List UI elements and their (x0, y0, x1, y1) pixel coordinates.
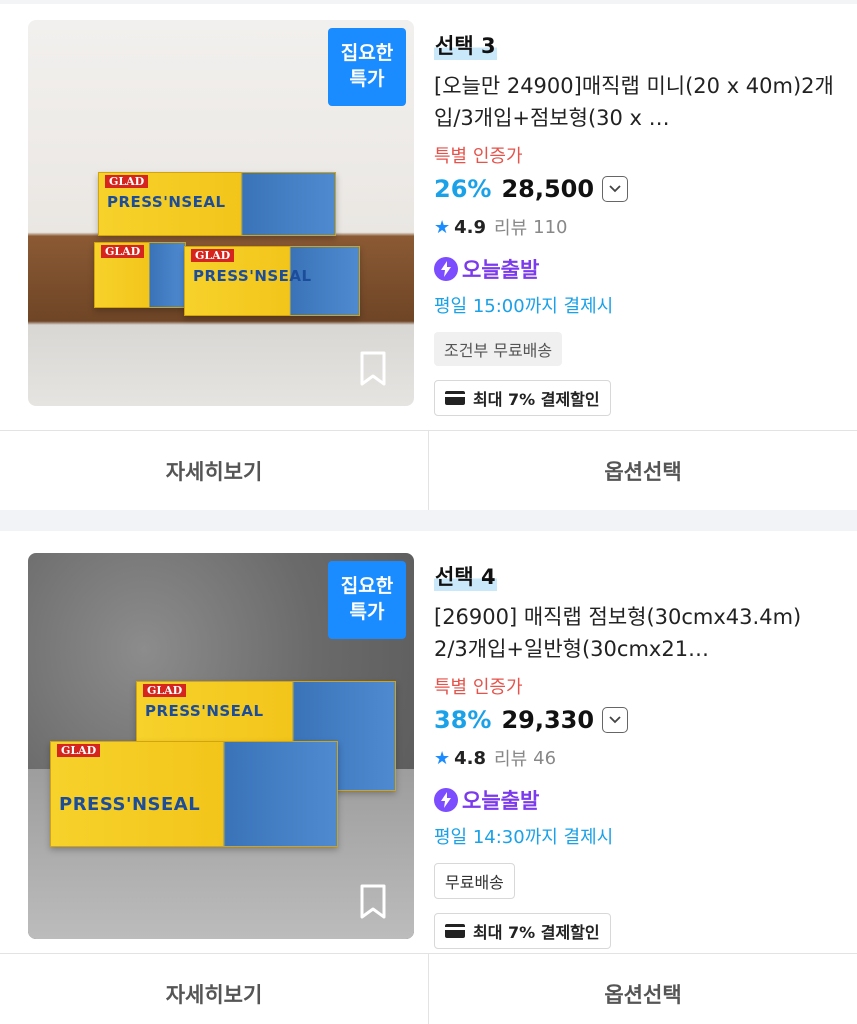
product-box-image: GLAD (94, 242, 186, 308)
bookmark-icon[interactable] (358, 350, 388, 388)
shipping-badge: 무료배송 (434, 863, 515, 899)
special-deal-badge: 집요한 특가 (328, 561, 406, 639)
review-count: 46 (533, 747, 557, 769)
box-name-label: PRESS'NSEAL (193, 267, 312, 285)
card-icon (445, 391, 465, 405)
today-shipping-label: 오늘출발 (462, 789, 540, 813)
option-select-button[interactable]: 옵션선택 (428, 954, 857, 1024)
price-detail-toggle[interactable] (602, 176, 629, 202)
box-name-label: PRESS'NSEAL (107, 193, 226, 211)
rating-row: ★ 4.8 리뷰 46 (434, 745, 834, 771)
box-brand-label: GLAD (105, 175, 149, 188)
box-brand-label: GLAD (101, 245, 145, 258)
product-card[interactable]: GLAD PRESS'NSEAL GLAD GLAD PRESS'NSEAL 집… (0, 4, 857, 430)
product-info: 선택 3 [오늘만 24900]매직랩 미니(20 x 40m)2개입/3개입+… (434, 30, 834, 416)
price: 29,330 (501, 706, 595, 734)
special-price-label: 특별 인증가 (434, 677, 523, 698)
product-box-image: GLAD PRESS'NSEAL (184, 246, 360, 316)
review-label: 리뷰 (494, 218, 528, 239)
today-shipping-row: 오늘출발 (434, 785, 834, 815)
payment-discount-label: 최대 7% 결제할인 (473, 923, 600, 942)
box-name-label: PRESS'NSEAL (145, 702, 264, 720)
price-row: 38% 29,330 (434, 703, 834, 737)
price: 28,500 (501, 175, 595, 203)
star-icon: ★ (434, 216, 451, 238)
product-name[interactable]: [오늘만 24900]매직랩 미니(20 x 40m)2개입/3개입+점보형(3… (434, 70, 834, 134)
product-info: 선택 4 [26900] 매직랩 점보형(30cmx43.4m) 2/3개입+일… (434, 561, 834, 949)
today-shipping-row: 오늘출발 (434, 254, 834, 284)
product-image[interactable]: GLAD PRESS'NSEAL GLAD PRESS'NSEAL 집요한 특가 (28, 553, 414, 939)
lightning-icon (434, 257, 458, 281)
today-shipping-label: 오늘출발 (462, 258, 540, 282)
discount-rate: 38% (434, 706, 492, 734)
option-title: 선택 3 (434, 30, 497, 60)
card-actions: 자세히보기 옵션선택 (0, 953, 857, 1024)
rating-row: ★ 4.9 리뷰 110 (434, 214, 834, 240)
box-name-label: PRESS'NSEAL (59, 794, 201, 815)
review-label: 리뷰 (494, 749, 528, 770)
price-row: 26% 28,500 (434, 172, 834, 206)
product-box-image: GLAD PRESS'NSEAL (50, 741, 338, 847)
option-select-button[interactable]: 옵션선택 (428, 431, 857, 510)
rating-value: 4.9 (454, 216, 487, 238)
special-price-label: 특별 인증가 (434, 146, 523, 167)
product-name[interactable]: [26900] 매직랩 점보형(30cmx43.4m) 2/3개입+일반형(30… (434, 601, 834, 665)
price-detail-toggle[interactable] (602, 707, 629, 733)
product-box-image: GLAD PRESS'NSEAL (98, 172, 336, 236)
bookmark-icon[interactable] (358, 883, 388, 921)
chevron-down-icon (609, 716, 621, 724)
payment-discount-badge: 최대 7% 결제할인 (434, 380, 611, 416)
lightning-icon (434, 788, 458, 812)
star-icon: ★ (434, 747, 451, 769)
box-brand-label: GLAD (143, 684, 187, 697)
special-deal-badge: 집요한 특가 (328, 28, 406, 106)
rating-value: 4.8 (454, 747, 487, 769)
shipping-badge: 조건부 무료배송 (434, 332, 563, 366)
card-actions: 자세히보기 옵션선택 (0, 430, 857, 510)
box-brand-label: GLAD (191, 249, 235, 262)
details-button[interactable]: 자세히보기 (0, 431, 428, 510)
card-icon (445, 924, 465, 938)
review-count: 110 (533, 216, 568, 238)
discount-rate: 26% (434, 175, 492, 203)
box-brand-label: GLAD (57, 744, 101, 757)
product-image[interactable]: GLAD PRESS'NSEAL GLAD GLAD PRESS'NSEAL 집… (28, 20, 414, 406)
option-title: 선택 4 (434, 561, 497, 591)
card-separator (0, 510, 857, 531)
payment-discount-badge: 최대 7% 결제할인 (434, 913, 611, 949)
product-card[interactable]: GLAD PRESS'NSEAL GLAD PRESS'NSEAL 집요한 특가… (0, 531, 857, 953)
chevron-down-icon (609, 185, 621, 193)
shipping-deadline: 평일 15:00까지 결제시 (434, 296, 614, 317)
details-button[interactable]: 자세히보기 (0, 954, 428, 1024)
payment-discount-label: 최대 7% 결제할인 (473, 390, 600, 409)
shipping-deadline: 평일 14:30까지 결제시 (434, 827, 614, 848)
